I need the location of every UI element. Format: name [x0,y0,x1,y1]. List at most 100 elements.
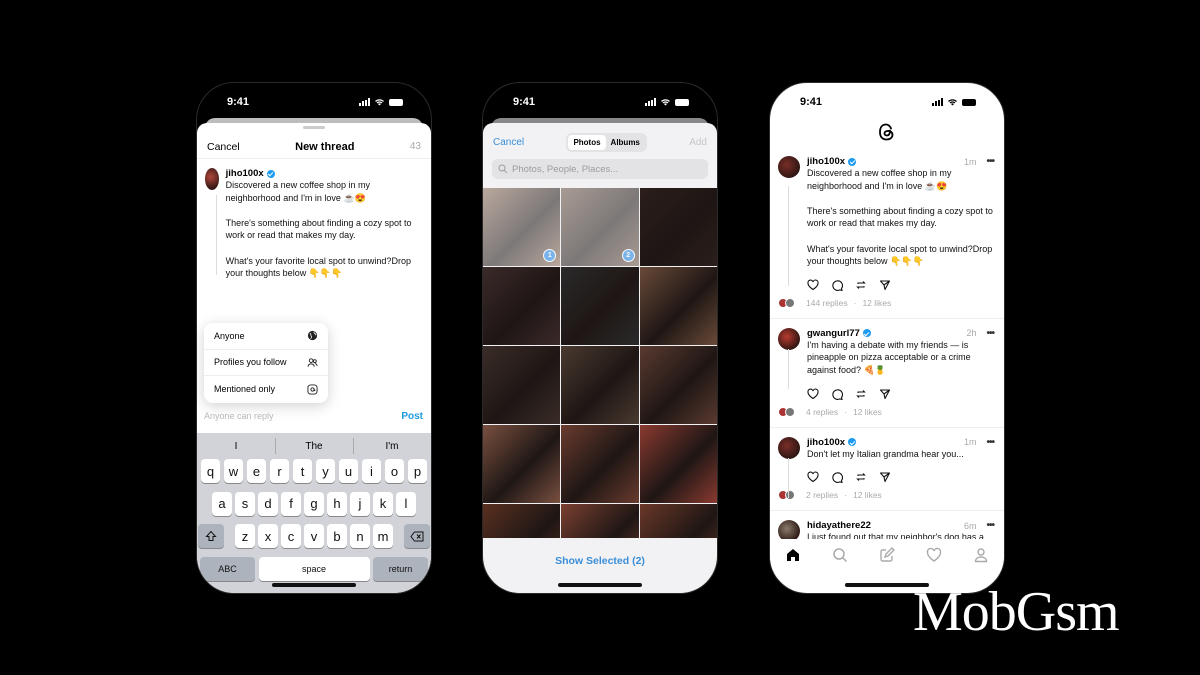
reply-icon[interactable] [831,388,843,400]
suggestion[interactable]: I [197,441,275,452]
microphone-icon[interactable] [405,591,419,595]
sheet-grabber[interactable] [303,126,325,129]
feed-post[interactable]: gwangurl77 2h ••• I'm having a debate with … [770,319,1004,428]
menu-item-mentioned-only[interactable]: Mentioned only [204,376,328,403]
avatar[interactable] [778,327,800,350]
key-f[interactable]: f [281,491,301,516]
shift-key[interactable] [197,524,224,548]
replies-count[interactable]: 144 replies [806,298,848,308]
threads-logo-icon[interactable] [877,122,897,142]
key-x[interactable]: x [258,524,278,548]
replies-count[interactable]: 4 replies [806,407,838,417]
key-s[interactable]: s [235,491,255,516]
key-b[interactable]: b [327,524,347,548]
cancel-button[interactable]: Cancel [493,137,524,148]
photo-thumbnail[interactable] [639,425,717,503]
more-options-icon[interactable]: ••• [986,156,994,167]
post-text-input[interactable]: Discovered a new coffee shop in my neigh… [226,179,423,280]
photo-thumbnail[interactable]: 2 [561,188,639,266]
suggestion[interactable]: I'm [353,437,431,454]
feed-post[interactable]: jiho100x 1m ••• Don't let my Italian grandm… [770,428,1004,512]
compose-icon[interactable] [879,547,895,563]
delete-key[interactable] [404,524,431,548]
share-icon[interactable] [879,279,891,291]
reply-setting-button[interactable]: Anyone can reply [204,411,274,422]
key-p[interactable]: p [407,459,428,483]
like-icon[interactable] [807,471,819,483]
key-j[interactable]: j [350,491,370,516]
likes-count[interactable]: 12 likes [862,298,891,308]
key-n[interactable]: n [350,524,370,548]
repost-icon[interactable] [855,388,867,400]
photo-thumbnail[interactable] [639,346,717,424]
abc-key[interactable]: ABC [200,556,255,581]
reply-icon[interactable] [831,279,843,291]
avatar[interactable] [778,436,800,459]
home-icon[interactable] [785,547,801,563]
key-q[interactable]: q [200,459,221,483]
username[interactable]: hidayathere22 [807,520,871,531]
suggestion[interactable]: The [275,437,353,454]
key-w[interactable]: w [223,459,244,483]
username[interactable]: gwangurl77 [807,328,860,339]
key-m[interactable]: m [373,524,393,548]
likes-count[interactable]: 12 likes [853,490,882,500]
key-u[interactable]: u [338,459,359,483]
feed-post[interactable]: jiho100x 1m ••• Discovered a new coffee sho… [770,156,1004,319]
photo-thumbnail[interactable] [483,346,561,424]
more-options-icon[interactable]: ••• [986,520,994,531]
tab-albums[interactable]: Albums [606,135,645,150]
return-key[interactable]: return [373,556,428,581]
more-options-icon[interactable]: ••• [986,328,994,339]
photo-thumbnail[interactable] [561,346,639,424]
key-h[interactable]: h [327,491,347,516]
profile-icon[interactable] [973,547,989,563]
key-k[interactable]: k [373,491,393,516]
key-g[interactable]: g [304,491,324,516]
menu-item-anyone[interactable]: Anyone [204,323,328,350]
tab-photos[interactable]: Photos [568,134,606,150]
key-z[interactable]: z [235,524,255,548]
heart-icon[interactable] [926,547,942,563]
photo-thumbnail[interactable] [561,425,639,503]
key-i[interactable]: i [361,459,382,483]
key-c[interactable]: c [281,524,301,548]
like-icon[interactable] [807,279,819,291]
menu-item-profiles-you-follow[interactable]: Profiles you follow [204,350,328,376]
key-a[interactable]: a [212,491,232,516]
replies-count[interactable]: 2 replies [806,490,838,500]
share-icon[interactable] [879,388,891,400]
key-v[interactable]: v [304,524,324,548]
post-button[interactable]: Post [401,411,423,422]
likes-count[interactable]: 12 likes [853,407,882,417]
username[interactable]: jiho100x [807,156,845,167]
space-key[interactable]: space [258,556,370,581]
show-selected-button[interactable]: Show Selected (2) [555,555,645,593]
emoji-icon[interactable] [209,591,225,595]
share-icon[interactable] [879,471,891,483]
username[interactable]: jiho100x [807,437,845,448]
key-t[interactable]: t [292,459,313,483]
photo-thumbnail[interactable] [483,267,561,345]
photo-search-input[interactable]: Photos, People, Places... [492,159,708,179]
key-y[interactable]: y [315,459,336,483]
cancel-button[interactable]: Cancel [207,141,240,153]
photo-thumbnail[interactable] [483,425,561,503]
key-r[interactable]: r [269,459,290,483]
key-o[interactable]: o [384,459,405,483]
key-e[interactable]: e [246,459,267,483]
photo-thumbnail[interactable] [639,188,717,266]
reply-icon[interactable] [831,471,843,484]
like-icon[interactable] [807,388,819,400]
add-button[interactable]: Add [689,137,707,148]
photo-thumbnail[interactable] [561,267,639,345]
key-l[interactable]: l [396,491,416,516]
compose-area[interactable]: jiho100x Discovered a new coffee shop in… [205,168,423,280]
photo-thumbnail[interactable] [639,267,717,345]
photo-thumbnail[interactable]: 1 [483,188,561,266]
more-options-icon[interactable]: ••• [986,437,994,448]
search-icon[interactable] [832,547,848,563]
repost-icon[interactable] [855,471,867,483]
repost-icon[interactable] [855,279,867,291]
key-d[interactable]: d [258,491,278,516]
